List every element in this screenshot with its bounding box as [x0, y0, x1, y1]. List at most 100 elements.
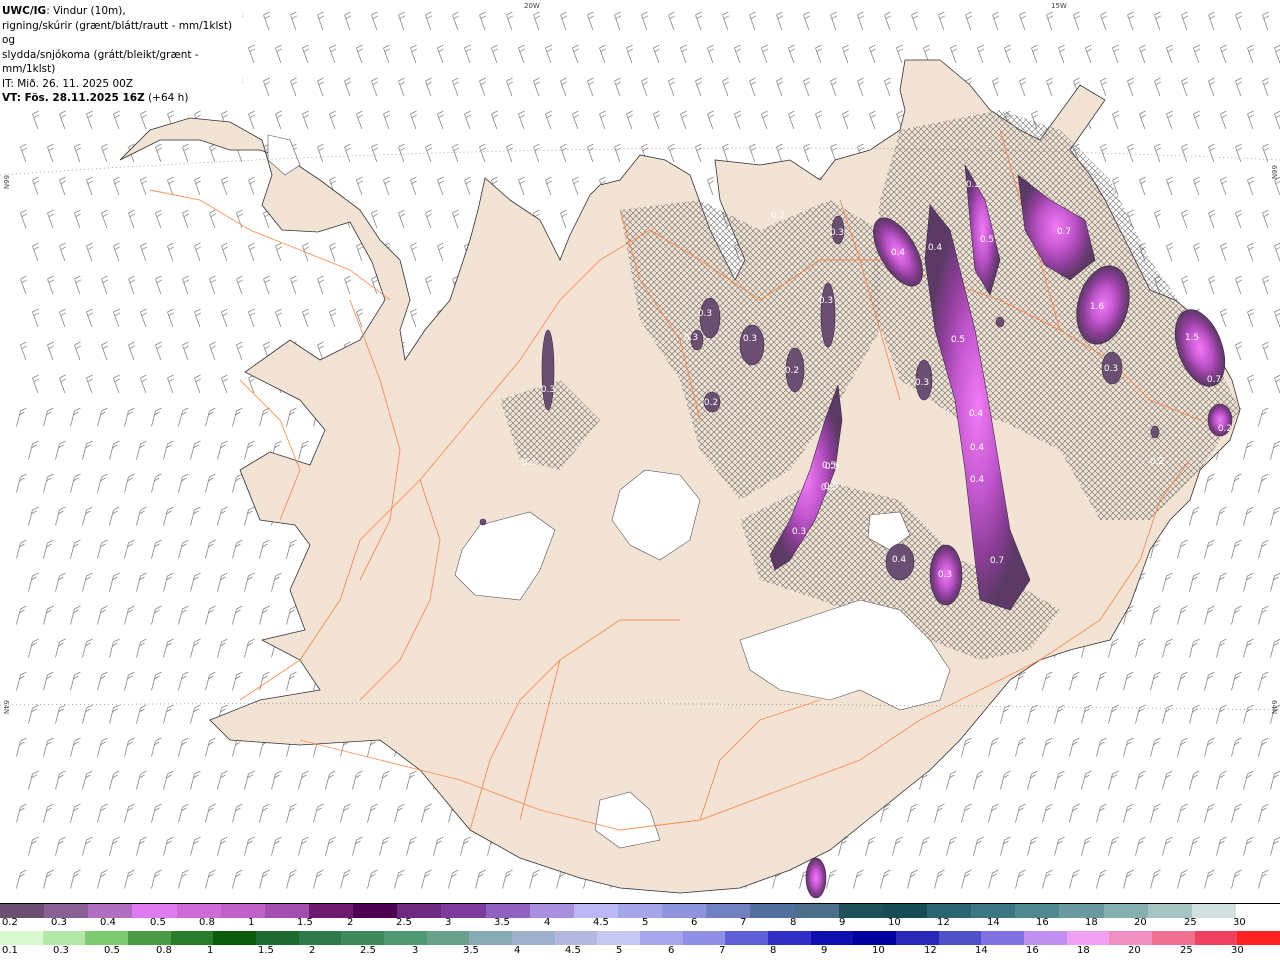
precip-value-label: 0.3	[819, 296, 833, 306]
precip-value-label: 0.3	[792, 527, 806, 537]
colorbar-label: 0.8	[156, 945, 172, 956]
colorbar-swatch	[397, 904, 442, 918]
precip-value-label: 0.3	[522, 458, 536, 468]
colorbar-swatch	[44, 904, 89, 918]
precip-value-label: 0.2	[966, 180, 980, 190]
lat-66-left-label: 66N	[2, 175, 10, 189]
colorbar-swatch	[1015, 904, 1060, 918]
colorbar-label: 1.5	[258, 945, 274, 956]
lead-time: (+64 h)	[144, 92, 189, 104]
colorbar-label: 16	[1036, 917, 1049, 928]
colorbar-label: 3	[412, 945, 419, 956]
colorbar-swatch	[810, 931, 854, 945]
colorbar-swatch	[597, 931, 641, 945]
colorbar-swatch	[838, 904, 883, 918]
colorbar-swatch	[1235, 904, 1280, 918]
lat-64-right-label: 64N	[1270, 700, 1278, 714]
colorbar-label: 0.8	[199, 917, 215, 928]
colorbar-swatch	[85, 931, 129, 945]
snow-colorbar	[0, 903, 1280, 918]
colorbar-swatch	[0, 904, 45, 918]
colorbar-label: 0.2	[2, 917, 18, 928]
snow-colorbar-labels: 0.2 0.3 0.4 0.5 0.8 1 1.5 2 2.5 3 3.5 4 4.5 5 6 7 8 9 10 12…	[0, 917, 1280, 930]
colorbar-label: 10	[872, 945, 885, 956]
colorbar-swatch	[1152, 931, 1195, 945]
colorbar-swatch	[485, 904, 530, 918]
precip-value-label: 0.3	[830, 228, 844, 238]
colorbar-swatch	[725, 931, 769, 945]
precip-value-label: 1.6	[1090, 302, 1105, 312]
colorbar-label: 14	[975, 945, 988, 956]
colorbar-swatch	[0, 931, 43, 945]
colorbar-swatch	[42, 931, 86, 945]
issue-time: IT: Mið. 26. 11. 2025 00Z	[2, 77, 133, 90]
colorbar-label: 3.5	[494, 917, 510, 928]
precip-value-label: 0.2	[771, 211, 785, 221]
valid-time: VT: Fös. 28.11.2025 16Z	[2, 92, 145, 104]
title-line2: rigning/skúrir (grænt/blátt/rautt - mm/1…	[2, 19, 233, 47]
colorbar-swatch	[426, 931, 470, 945]
colorbar-label: 30	[1231, 945, 1244, 956]
precip-value-label: 0.4	[969, 409, 984, 419]
colorbar-label: 1.5	[297, 917, 313, 928]
colorbar-label: 10	[888, 917, 901, 928]
precip-value-label: 0.3	[1104, 364, 1118, 374]
colorbar-label: 4.5	[593, 917, 609, 928]
colorbar-label: 3.5	[463, 945, 479, 956]
valid-time-line: VT: Fös. 28.11.2025 16Z (+64 h)	[2, 91, 242, 106]
colorbar-label: 0.5	[150, 917, 166, 928]
precip-value-label: 0.4	[970, 475, 985, 485]
colorbar-swatch	[981, 931, 1025, 945]
colorbar-swatch	[88, 904, 133, 918]
colorbar-swatch	[1024, 931, 1067, 945]
colorbar-swatch	[926, 904, 972, 918]
colorbar-label: 0.3	[53, 945, 69, 956]
colorbar-label: 1	[248, 917, 255, 928]
colorbar-swatch	[706, 904, 751, 918]
rain-colorbar-labels: 0.1 0.3 0.5 0.8 1 1.5 2 2.5 3 3.5 4 4.5 5 6 7 8 9 10 12 14 1…	[0, 945, 1280, 958]
colorbar-swatch	[298, 931, 342, 945]
colorbar-swatch	[213, 931, 257, 945]
lon-15w-label: 15W	[1051, 2, 1067, 10]
colorbar-swatch	[353, 904, 398, 918]
precip-value-label: 0.3	[684, 333, 698, 343]
precip-value-label: 0.5	[825, 462, 839, 472]
colorbar-label: 0.5	[104, 945, 120, 956]
precip-value-label: 0.7	[990, 556, 1004, 566]
precip-value-label: 0.3	[915, 378, 929, 388]
colorbar-swatch	[264, 904, 309, 918]
precip-value-label: 0.5	[951, 335, 965, 345]
colorbar-label: 4	[544, 917, 551, 928]
precip-value-label: 0.4	[892, 555, 907, 565]
lat-66-right-label: 66N	[1270, 165, 1278, 179]
colorbar-label: 20	[1128, 945, 1141, 956]
colorbar-swatch	[554, 931, 598, 945]
precip-value-label: 0.7	[1057, 227, 1071, 237]
colorbar-label: 5	[616, 945, 623, 956]
precip-value-label: 0.4	[928, 243, 943, 253]
colorbar-swatch	[1147, 904, 1192, 918]
precip-value-label: 0.4	[891, 248, 906, 258]
precip-value-label: 0.3	[541, 385, 555, 395]
colorbar-label: 6	[668, 945, 675, 956]
colorbar-label: 5	[642, 917, 649, 928]
colorbar-swatch	[441, 904, 486, 918]
colorbar-swatch	[1059, 904, 1104, 918]
weather-map: 20W 15W 66N 66N 64N 64N 0.3 0.3 0.3 0.3 0.2 0…	[0, 0, 1280, 903]
colorbar-swatch	[529, 904, 574, 918]
colorbar-swatch	[617, 904, 663, 918]
colorbar-label: 16	[1026, 945, 1039, 956]
colorbar-swatch	[896, 931, 939, 945]
colorbar-swatch	[132, 904, 177, 918]
lat-64-left-label: 64N	[2, 700, 10, 714]
colorbar-label: 7	[719, 945, 726, 956]
colorbar-swatch	[512, 931, 555, 945]
title-line: UWC/IG: Vindur (10m),	[2, 4, 242, 19]
colorbar-label: 7	[740, 917, 747, 928]
colorbar-swatch	[1103, 904, 1148, 918]
colorbar-label: 2	[347, 917, 354, 928]
colorbar-label: 0.1	[2, 945, 18, 956]
colorbar-label: 0.4	[100, 917, 116, 928]
colorbar-swatch	[640, 931, 683, 945]
colorbar-label: 3	[445, 917, 452, 928]
